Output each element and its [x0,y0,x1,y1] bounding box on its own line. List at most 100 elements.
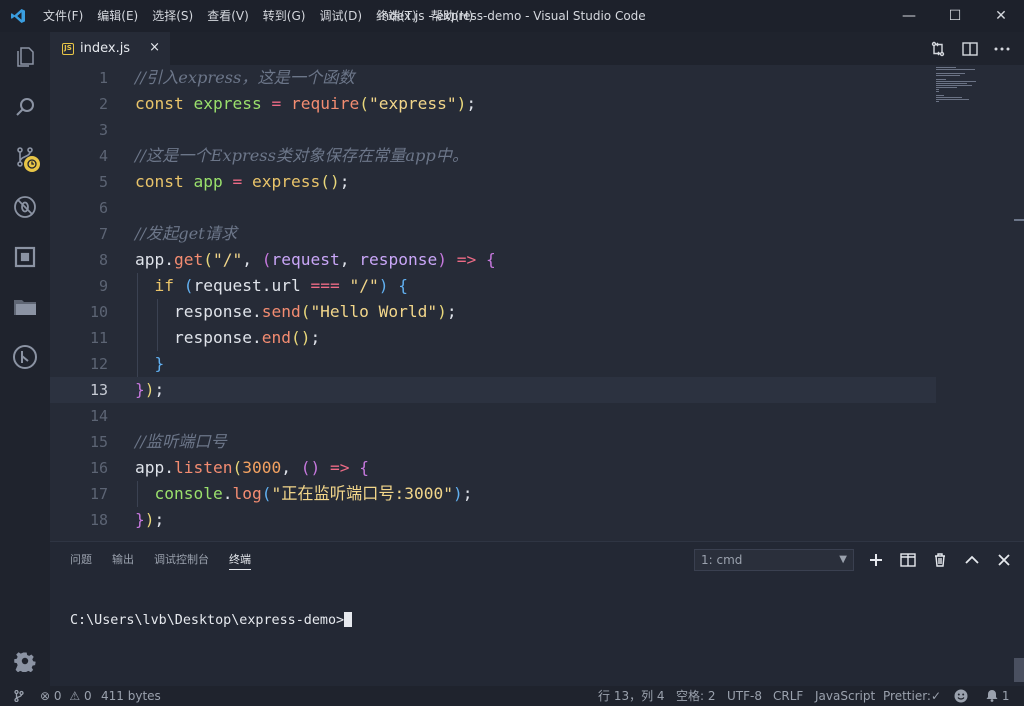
trash-icon[interactable] [924,546,956,574]
code-line[interactable]: 1 //引入express，这是一个函数 [50,65,936,91]
debug-icon[interactable] [0,182,50,232]
code-token: ( [203,250,213,269]
menu-help[interactable]: 帮助(H) [424,0,480,32]
language-mode[interactable]: JavaScript [815,686,875,706]
explorer-icon[interactable] [0,32,50,82]
line-number: 11 [89,329,108,347]
git-graph-icon[interactable] [0,332,50,382]
terminal-select[interactable]: 1: cmd ▼ [694,549,854,571]
code-line[interactable]: 10 response.send("Hello World"); [50,299,936,325]
menu-file[interactable]: 文件(F) [36,0,90,32]
prettier-status[interactable]: Prettier:✓ [883,686,941,706]
source-control-icon[interactable] [0,132,50,182]
line-number: 1 [98,69,108,87]
minimap-line [936,83,967,84]
code-token: const [135,94,184,113]
code-token: . [251,302,262,321]
code-line[interactable]: 5 const app = express(); [50,169,936,195]
feedback-smiley-icon[interactable] [954,686,968,706]
new-terminal-icon[interactable] [860,546,892,574]
code-token: } [154,354,165,373]
code-token: //引入express，这是一个函数 [135,68,355,87]
split-terminal-icon[interactable] [892,546,924,574]
split-editor-icon[interactable] [954,35,986,63]
line-number: 14 [89,407,108,425]
tab-problems[interactable]: 问题 [70,542,92,578]
tab-index-js[interactable]: JS index.js × [50,32,170,65]
tab-debug-console[interactable]: 调试控制台 [154,542,209,578]
clock-badge-icon [24,156,40,172]
tab-close-icon[interactable]: × [149,40,160,56]
minimap-line [936,79,946,80]
notifications[interactable]: 1 [986,686,1009,706]
line-number: 15 [89,433,108,451]
file-size: 411 bytes [101,689,161,703]
menu-debug[interactable]: 调试(D) [312,0,369,32]
terminal-cursor [344,612,353,627]
code-text: const app = express(); [135,169,349,195]
code-line[interactable]: 3 [50,117,936,143]
minimize-button[interactable]: — [886,0,932,32]
code-token: ) [378,276,389,295]
code-line[interactable]: 8 app.get("/", (request, response) => { [50,247,936,273]
encoding[interactable]: UTF-8 [727,686,762,706]
code-token: . [164,250,174,269]
indentation[interactable]: 空格: 2 [676,686,716,706]
folder-icon[interactable] [0,282,50,332]
code-line[interactable]: 13}); [50,377,936,403]
code-line[interactable]: 7 //发起get请求 [50,221,936,247]
code-token: express [251,172,321,191]
line-ending[interactable]: CRLF [773,686,803,706]
code-token: , [339,250,360,269]
extensions-icon[interactable] [0,232,50,282]
menu-edit[interactable]: 编辑(E) [90,0,145,32]
more-actions-icon[interactable] [986,35,1018,63]
menu-terminal[interactable]: 终端(T) [369,0,424,32]
code-line[interactable]: 14 [50,403,936,429]
close-button[interactable]: ✕ [978,0,1024,32]
search-icon[interactable] [0,82,50,132]
open-changes-icon[interactable] [922,35,954,63]
code-line[interactable]: 9 if (request.url === "/") { [50,273,936,299]
code-line[interactable]: 4 //这是一个Express类对象保存在常量app中。 [50,143,936,169]
gear-icon[interactable] [0,636,50,686]
code-line[interactable]: 16 app.listen(3000, () => { [50,455,936,481]
tab-output[interactable]: 输出 [112,542,134,578]
panel-tabs: 问题 输出 调试控制台 终端 [60,542,261,578]
menu-view[interactable]: 查看(V) [200,0,256,32]
menu-go[interactable]: 转到(G) [256,0,313,32]
code-line[interactable]: 17 console.log("正在监听端口号:3000"); [50,481,936,507]
code-text: //发起get请求 [135,221,237,247]
editor-scrollbar[interactable] [1010,65,1024,541]
code-token: express [193,94,262,113]
problems-status[interactable]: ⊗ 0 ⚠ 0 [40,686,92,706]
menu-selection[interactable]: 选择(S) [145,0,200,32]
cursor-position[interactable]: 行 13，列 4 [598,686,665,706]
code-token: app [193,172,223,191]
line-number: 16 [89,459,108,477]
code-line[interactable]: 12 } [50,351,936,377]
code-line[interactable]: 15 //监听端口号 [50,429,936,455]
activity-bar [0,32,50,686]
minimap[interactable] [936,65,1006,125]
minimap-line [936,81,976,82]
code-token: ; [462,484,473,503]
terminal-output[interactable]: C:\Users\lvb\Desktop\express-demo> [70,612,353,628]
maximize-panel-icon[interactable] [956,546,988,574]
code-line[interactable]: 18}); [50,507,936,533]
code-token: . [164,458,174,477]
code-token: ( [261,250,272,269]
code-line[interactable]: 11 response.end(); [50,325,936,351]
minimap-line [936,73,965,74]
code-token: , [281,458,301,477]
code-editor[interactable]: 1 //引入express，这是一个函数 2 const express = requ… [50,65,1024,541]
tab-terminal[interactable]: 终端 [229,542,251,578]
maximize-button[interactable]: ☐ [932,0,978,32]
panel-scrollbar[interactable] [1014,658,1024,682]
code-line[interactable]: 2 const express = require("express"); [50,91,936,117]
close-panel-icon[interactable] [988,546,1020,574]
git-branch-icon[interactable] [14,686,24,706]
code-line[interactable]: 6 [50,195,936,221]
